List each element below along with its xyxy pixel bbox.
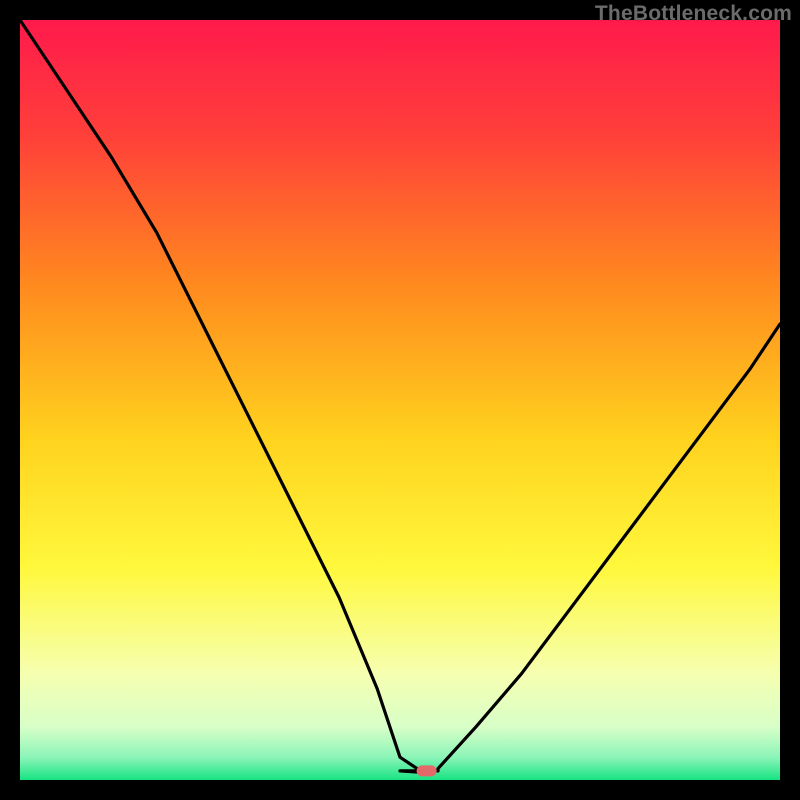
gradient-background [20,20,780,780]
bottleneck-chart [20,20,780,780]
watermark-text: TheBottleneck.com [595,2,792,26]
chart-frame: TheBottleneck.com [0,0,800,800]
optimal-marker [417,765,437,776]
